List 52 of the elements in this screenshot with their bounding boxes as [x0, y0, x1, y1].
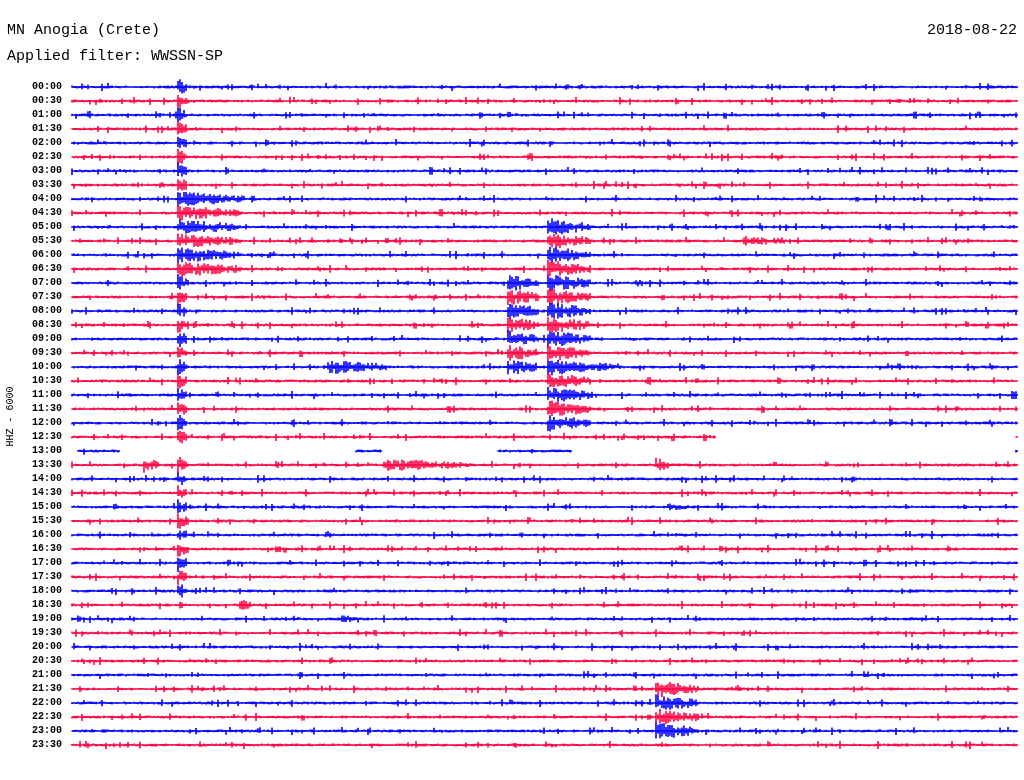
time-label: 09:00 — [31, 334, 62, 344]
time-label: 00:00 — [31, 82, 62, 92]
time-label: 17:30 — [31, 572, 62, 582]
time-label: 12:00 — [31, 418, 62, 428]
time-label: 20:00 — [31, 642, 62, 652]
time-label: 21:30 — [31, 684, 62, 694]
time-label: 02:00 — [31, 138, 62, 148]
time-label: 07:30 — [31, 292, 62, 302]
time-label: 06:00 — [31, 250, 62, 260]
time-label: 16:30 — [31, 544, 62, 554]
time-label: 22:00 — [31, 698, 62, 708]
time-label: 15:30 — [31, 516, 62, 526]
time-label: 04:00 — [31, 194, 62, 204]
filter-label: Applied filter: WWSSN-SP — [7, 48, 224, 65]
time-label: 01:30 — [31, 124, 62, 134]
time-label: 14:30 — [31, 488, 62, 498]
time-label: 11:30 — [31, 404, 62, 414]
date-label: 2018-08-22 — [927, 21, 1017, 41]
time-label: 20:30 — [31, 656, 62, 666]
time-label: 18:30 — [31, 600, 62, 610]
time-label: 18:00 — [31, 586, 62, 596]
time-label: 12:30 — [31, 432, 62, 442]
time-label: 05:00 — [31, 222, 62, 232]
time-label: 07:00 — [31, 278, 62, 288]
time-label: 13:30 — [31, 460, 62, 470]
time-label: 02:30 — [31, 152, 62, 162]
time-label: 06:30 — [31, 264, 62, 274]
time-label: 17:00 — [31, 558, 62, 568]
time-label: 08:00 — [31, 306, 62, 316]
time-label: 11:00 — [31, 390, 62, 400]
time-label: 13:00 — [31, 446, 62, 456]
time-label: 05:30 — [31, 236, 62, 246]
time-label: 15:00 — [31, 502, 62, 512]
time-label: 08:30 — [31, 320, 62, 330]
time-label: 23:30 — [31, 740, 62, 750]
time-label: 10:30 — [31, 376, 62, 386]
time-label: 10:00 — [31, 362, 62, 372]
time-label: 19:00 — [31, 614, 62, 624]
time-label: 16:00 — [31, 530, 62, 540]
channel-label: HHZ - 6000 — [3, 386, 17, 446]
time-label: 09:30 — [31, 348, 62, 358]
time-label: 03:00 — [31, 166, 62, 176]
time-label: 03:30 — [31, 180, 62, 190]
time-label: 19:30 — [31, 628, 62, 638]
station-title: MN Anogia (Crete) — [7, 21, 161, 41]
time-label: 01:00 — [31, 110, 62, 120]
time-label: 14:00 — [31, 474, 62, 484]
time-label: 00:30 — [31, 96, 62, 106]
time-label: 22:30 — [31, 712, 62, 722]
time-label: 21:00 — [31, 670, 62, 680]
time-label: 04:30 — [31, 208, 62, 218]
time-label: 23:00 — [31, 726, 62, 736]
